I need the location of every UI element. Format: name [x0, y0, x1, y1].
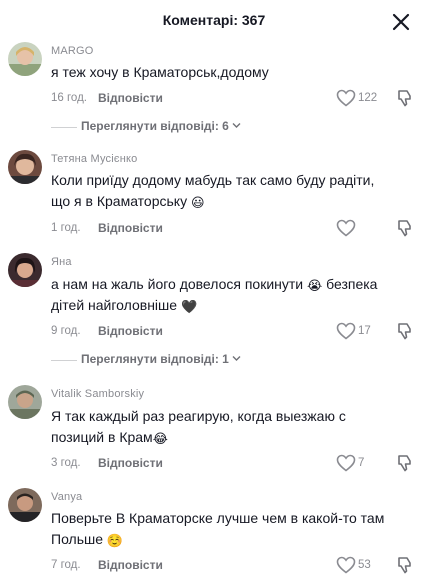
like-count: 7 — [358, 457, 365, 469]
thumbs-down-icon[interactable] — [396, 556, 414, 574]
comment-time: 16 год. — [51, 92, 87, 104]
thumbs-down-icon[interactable] — [396, 454, 414, 472]
avatar[interactable] — [8, 150, 42, 184]
heart-outline-icon[interactable] — [336, 89, 356, 107]
divider-line — [51, 127, 77, 128]
comments-title: Коментарі: 367 — [162, 12, 266, 28]
comment-text: Поверьте В Краматорске лучше чем в какой… — [51, 510, 385, 548]
heart-outline-icon[interactable] — [336, 322, 356, 340]
view-replies-label: Переглянути відповіді: 6 — [81, 119, 241, 133]
comment-author[interactable]: Vitalik Samborskiy — [51, 388, 144, 400]
comment-time: 7 год. — [51, 559, 81, 571]
comment-text: Коли приїду додому мабудь так само буду … — [51, 172, 375, 210]
comment-text: а нам на жаль його довелося покинути 😭 б… — [51, 276, 378, 314]
comment-author[interactable]: Тетяна Мусієнко — [51, 153, 137, 165]
comment-author[interactable]: Vanya — [51, 491, 82, 503]
view-replies-button[interactable]: Переглянути відповіді: 1 — [51, 352, 261, 368]
avatar[interactable] — [8, 488, 42, 522]
emoji: 😃 — [190, 195, 205, 210]
like-count: 53 — [358, 559, 371, 571]
emoji: ☺️ — [106, 533, 124, 548]
chevron-down-icon — [232, 123, 241, 128]
divider-line — [51, 360, 77, 361]
like-count: 17 — [358, 325, 371, 337]
comment-time: 3 год. — [51, 457, 81, 469]
thumbs-down-icon[interactable] — [396, 322, 414, 340]
reply-button[interactable]: Відповісти — [98, 91, 163, 105]
avatar[interactable] — [8, 253, 42, 287]
emoji: 😂 — [152, 431, 168, 446]
reply-button[interactable]: Відповісти — [98, 324, 163, 338]
heart-outline-icon[interactable] — [336, 556, 356, 574]
heart-outline-icon[interactable] — [336, 219, 356, 237]
view-replies-label: Переглянути відповіді: 1 — [81, 352, 241, 366]
chevron-down-icon — [232, 356, 241, 361]
heart-outline-icon[interactable] — [336, 454, 356, 472]
view-replies-button[interactable]: Переглянути відповіді: 6 — [51, 119, 261, 135]
thumbs-down-icon[interactable] — [396, 219, 414, 237]
close-icon[interactable] — [390, 11, 412, 33]
comment-time: 9 год. — [51, 325, 81, 337]
avatar[interactable] — [8, 42, 42, 76]
comment-text: я теж хочу в Краматорськ,додому — [51, 64, 269, 80]
thumbs-down-icon[interactable] — [396, 89, 414, 107]
reply-button[interactable]: Відповісти — [98, 456, 163, 470]
comment-author[interactable]: Яна — [51, 256, 72, 268]
comment-author[interactable]: MARGO — [51, 45, 94, 57]
emoji: 😭 — [307, 278, 323, 293]
emoji: 🖤 — [180, 299, 198, 314]
comment-text: Я так каждый раз реагирую, когда выезжаю… — [51, 408, 346, 446]
reply-button[interactable]: Відповісти — [98, 221, 163, 235]
comments-header: Коментарі: 367 — [0, 0, 428, 44]
reply-button[interactable]: Відповісти — [98, 558, 163, 572]
like-count: 122 — [358, 92, 378, 104]
comment-time: 1 год. — [51, 222, 81, 234]
avatar[interactable] — [8, 385, 42, 419]
